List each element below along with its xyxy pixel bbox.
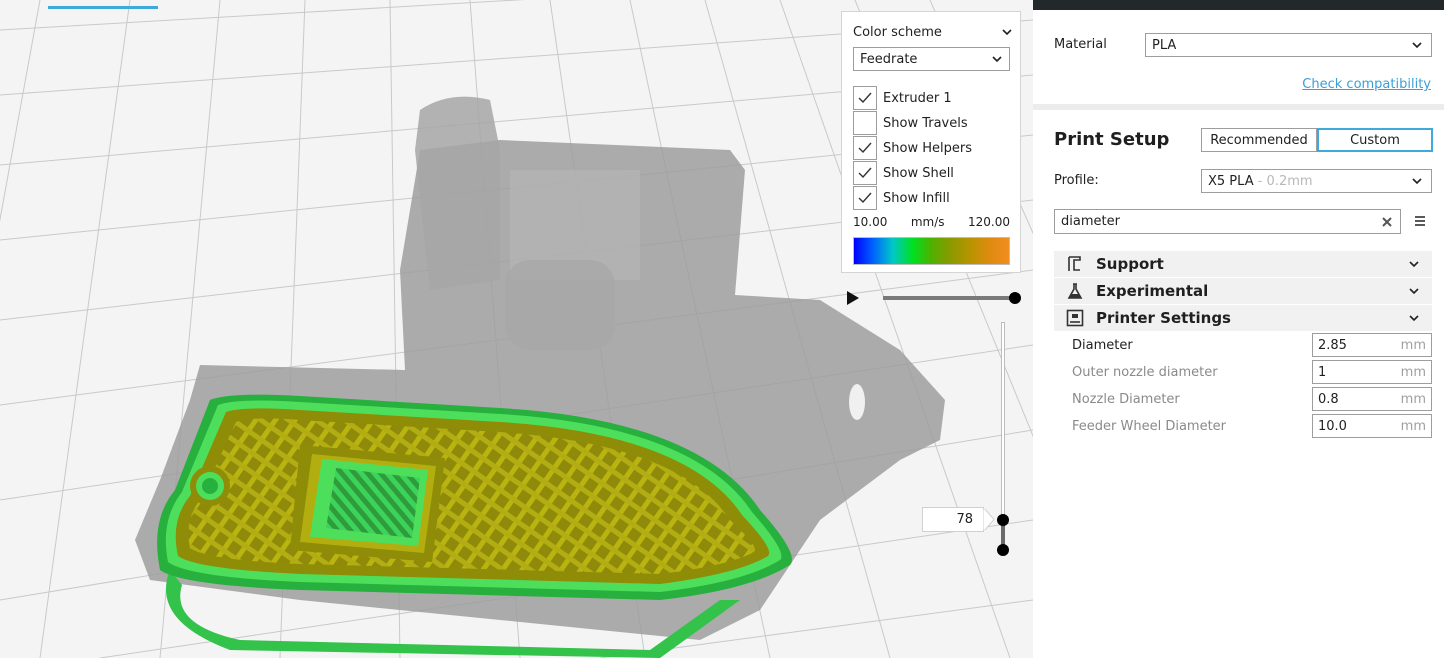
simulation-slider-handle[interactable]	[1009, 292, 1021, 304]
setting-label: Outer nozzle diameter	[1072, 364, 1218, 380]
profile-layer-height: - 0.2mm	[1253, 173, 1313, 189]
checkmark-icon	[858, 167, 872, 179]
chevron-down-icon	[1409, 261, 1419, 268]
setting-diameter: Diameter 2.85 mm	[1072, 333, 1432, 357]
setting-label: Nozzle Diameter	[1072, 391, 1180, 407]
settings-search-input[interactable]: diameter	[1054, 209, 1401, 234]
support-icon	[1068, 256, 1081, 271]
setting-input[interactable]: 0.8 mm	[1312, 387, 1432, 411]
material-value: PLA	[1152, 37, 1177, 53]
sidebar-separator	[1033, 104, 1444, 110]
setting-nozzle-diameter: Nozzle Diameter 0.8 mm	[1072, 387, 1432, 411]
chevron-down-icon	[1409, 315, 1419, 322]
app-window: Color scheme Feedrate Extruder 1 Show Tr…	[0, 0, 1444, 658]
search-value: diameter	[1061, 214, 1120, 229]
material-select[interactable]: PLA	[1145, 33, 1432, 57]
setting-input[interactable]: 1 mm	[1312, 360, 1432, 384]
view-tab-indicator	[48, 6, 158, 9]
checkbox[interactable]	[853, 111, 877, 135]
color-scheme-panel: Color scheme Feedrate Extruder 1 Show Tr…	[841, 11, 1021, 273]
checkbox[interactable]	[853, 86, 877, 110]
print-setup-mode-toggle: Recommended Custom	[1201, 128, 1433, 152]
profile-text: X5 PLA - 0.2mm	[1208, 174, 1313, 189]
setting-input[interactable]: 2.85 mm	[1312, 333, 1432, 357]
chevron-down-icon	[1409, 288, 1419, 295]
setting-feeder-wheel-diameter: Feeder Wheel Diameter 10.0 mm	[1072, 414, 1432, 438]
checkmark-icon	[858, 192, 872, 204]
category-printer-settings[interactable]: Printer Settings	[1054, 305, 1432, 331]
setting-label: Diameter	[1072, 337, 1133, 353]
checkmark-icon	[858, 92, 872, 104]
checkbox-label: Show Shell	[883, 165, 954, 181]
checkbox-label: Extruder 1	[883, 90, 952, 106]
profile-value: X5 PLA	[1208, 173, 1254, 189]
color-scheme-select[interactable]: Feedrate	[853, 47, 1010, 71]
chevron-down-icon[interactable]	[1001, 26, 1013, 38]
setting-value: 2.85	[1318, 337, 1347, 353]
setting-label: Feeder Wheel Diameter	[1072, 418, 1227, 434]
checkbox-label: Show Travels	[883, 115, 968, 131]
setting-unit: mm	[1400, 418, 1426, 434]
category-experimental[interactable]: Experimental	[1054, 278, 1432, 304]
checkbox-show-helpers[interactable]: Show Helpers	[853, 136, 972, 160]
checkbox-label: Show Infill	[883, 190, 950, 206]
color-scheme-value: Feedrate	[860, 51, 918, 67]
profile-select[interactable]: X5 PLA - 0.2mm	[1201, 169, 1432, 193]
feedrate-gradient	[853, 237, 1010, 265]
scale-unit: mm/s	[910, 215, 945, 229]
print-setup-title: Print Setup	[1054, 129, 1170, 150]
layer-number-input[interactable]: 78	[922, 507, 984, 532]
profile-label: Profile:	[1054, 173, 1099, 188]
setting-outer-nozzle-diameter: Outer nozzle diameter 1 mm	[1072, 360, 1432, 384]
category-label: Experimental	[1096, 282, 1209, 300]
category-label: Printer Settings	[1096, 309, 1231, 327]
setting-value: 10.0	[1318, 418, 1347, 434]
layer-input-pointer	[983, 509, 995, 530]
layer-slider-lower-handle[interactable]	[997, 544, 1009, 556]
3d-viewport[interactable]: Color scheme Feedrate Extruder 1 Show Tr…	[0, 0, 1033, 658]
flask-icon	[1067, 283, 1083, 299]
material-label: Material	[1054, 37, 1107, 52]
setting-value: 1	[1318, 364, 1327, 380]
chevron-down-icon	[1412, 42, 1422, 49]
scale-min: 10.00	[853, 215, 888, 229]
setting-unit: mm	[1400, 391, 1426, 407]
color-scheme-title: Color scheme	[853, 24, 942, 40]
checkbox[interactable]	[853, 186, 877, 210]
chevron-down-icon	[992, 56, 1002, 63]
custom-mode-button[interactable]: Custom	[1317, 128, 1433, 152]
category-label: Support	[1096, 255, 1164, 273]
scale-max: 120.00	[967, 215, 1010, 229]
setting-unit: mm	[1400, 364, 1426, 380]
checkbox-show-infill[interactable]: Show Infill	[853, 186, 950, 210]
printer-icon	[1066, 309, 1084, 327]
color-scheme-header[interactable]: Color scheme	[853, 23, 1013, 41]
checkbox-show-shell[interactable]: Show Shell	[853, 161, 954, 185]
setting-value: 0.8	[1318, 391, 1339, 407]
check-compatibility-link[interactable]: Check compatibility	[1302, 77, 1431, 92]
checkbox-extruder-1[interactable]: Extruder 1	[853, 86, 952, 110]
menu-icon[interactable]	[1413, 214, 1427, 228]
layer-slider-upper-handle[interactable]	[997, 514, 1009, 526]
category-support[interactable]: Support	[1054, 251, 1432, 277]
clear-icon[interactable]	[1380, 215, 1394, 229]
chevron-down-icon	[1412, 178, 1422, 185]
checkbox-show-travels[interactable]: Show Travels	[853, 111, 968, 135]
checkbox-label: Show Helpers	[883, 140, 972, 156]
checkmark-icon	[858, 142, 872, 154]
sidebar-top-bar	[1033, 0, 1444, 10]
setting-input[interactable]: 10.0 mm	[1312, 414, 1432, 438]
play-icon[interactable]	[846, 290, 860, 306]
recommended-mode-button[interactable]: Recommended	[1201, 128, 1317, 152]
feedrate-scale-labels: 10.00 mm/s 120.00	[853, 215, 1010, 229]
checkbox[interactable]	[853, 161, 877, 185]
setting-unit: mm	[1400, 337, 1426, 353]
simulation-slider-track[interactable]	[883, 296, 1015, 300]
settings-sidebar: Material PLA Check compatibility Print S…	[1033, 0, 1444, 658]
checkbox[interactable]	[853, 136, 877, 160]
